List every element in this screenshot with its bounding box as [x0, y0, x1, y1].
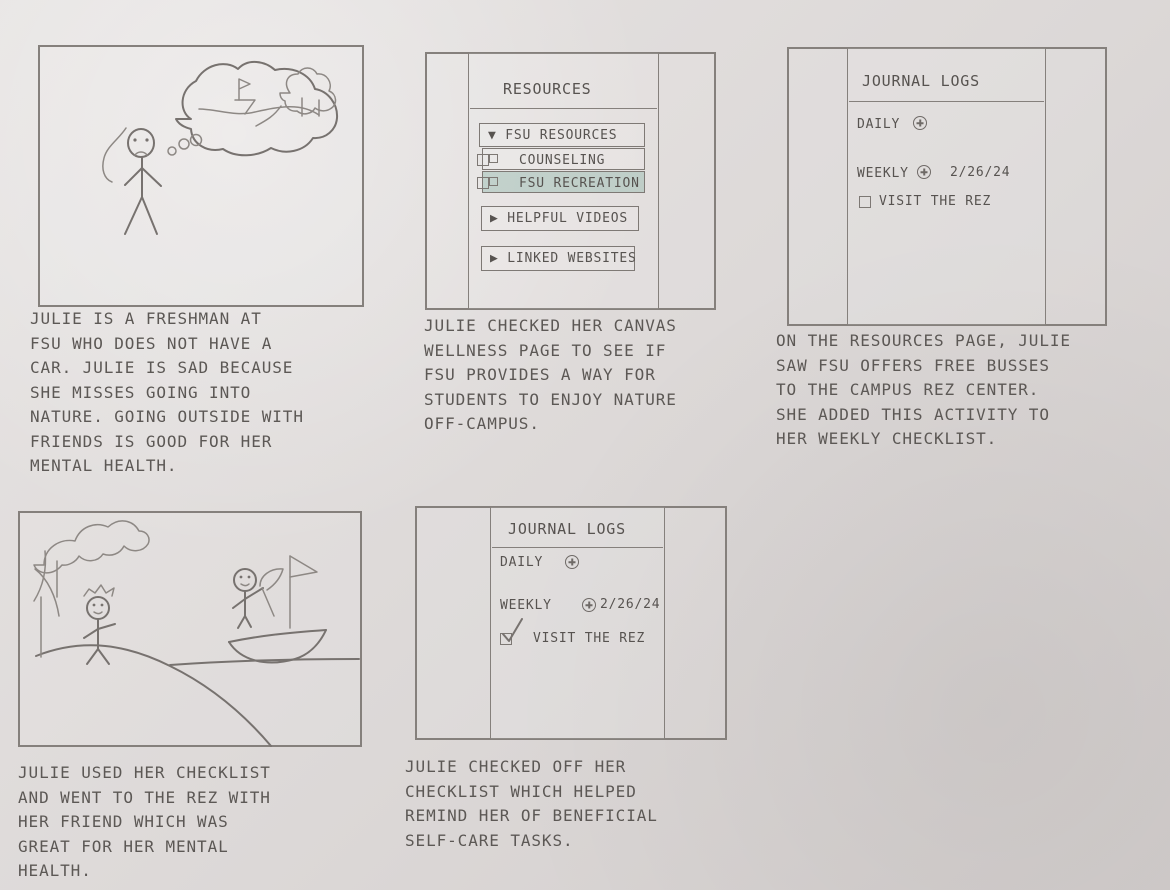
linked-websites-button[interactable]: ▶ LINKED WEBSITES [481, 246, 636, 271]
helpful-videos-button[interactable]: ▶ HELPFUL VIDEOS [481, 206, 639, 231]
journal-logs-title-2: JOURNAL LOGS [508, 520, 626, 538]
panel-1-caption: JULIE IS A FRESHMAN AT FSU WHO DOES NOT … [30, 309, 304, 475]
panel-5-caption: JULIE CHECKED OFF HER CHECKLIST WHICH HE… [405, 757, 658, 850]
daily-add-icon-1[interactable] [913, 116, 927, 130]
fsu-recreation-button[interactable]: FSU RECREATION [477, 171, 645, 193]
resources-title-divider [470, 108, 657, 109]
panel-1-illustration [102, 61, 339, 235]
journal-title-divider-2 [492, 547, 663, 548]
weekly-add-icon-1[interactable] [917, 165, 931, 179]
visit-rez-checkbox-1[interactable] [859, 196, 871, 208]
visit-rez-task-2: VISIT THE REZ [533, 631, 646, 646]
daily-label-2: DAILY [500, 555, 544, 570]
daily-add-icon-2[interactable] [565, 555, 579, 569]
daily-label-1: DAILY [857, 117, 901, 132]
weekly-add-icon-2[interactable] [582, 598, 596, 612]
journal-title-divider-1 [849, 101, 1044, 102]
panel-3-caption: ON THE RESOURCES PAGE, JULIE SAW FSU OFF… [776, 331, 1071, 448]
recreation-checkbox-icon [477, 177, 489, 189]
counseling-secondary-checkbox-icon [489, 154, 498, 163]
journal-logs-title-1: JOURNAL LOGS [862, 72, 980, 90]
panel-4-caption: JULIE USED HER CHECKLIST AND WENT TO THE… [18, 763, 271, 880]
counseling-checkbox-icon [477, 154, 489, 166]
visit-rez-checkmark-icon [502, 618, 523, 642]
recreation-secondary-checkbox-icon [489, 177, 498, 186]
resources-title: RESOURCES [503, 80, 592, 98]
panel-4-illustration [33, 520, 360, 747]
panel-2-caption: JULIE CHECKED HER CANVAS WELLNESS PAGE T… [424, 316, 677, 433]
counseling-button[interactable]: COUNSELING [477, 148, 645, 170]
counseling-label: COUNSELING [519, 153, 606, 168]
visit-rez-task-1: VISIT THE REZ [879, 194, 992, 209]
fsu-resources-button[interactable]: ▼ FSU RESOURCES [479, 123, 645, 147]
weekly-label-1: WEEKLY [857, 166, 909, 181]
weekly-date-2: 2/26/24 [600, 597, 661, 612]
fsu-recreation-label: FSU RECREATION [519, 176, 640, 191]
weekly-label-2: WEEKLY [500, 598, 552, 613]
weekly-date-1: 2/26/24 [950, 165, 1011, 180]
